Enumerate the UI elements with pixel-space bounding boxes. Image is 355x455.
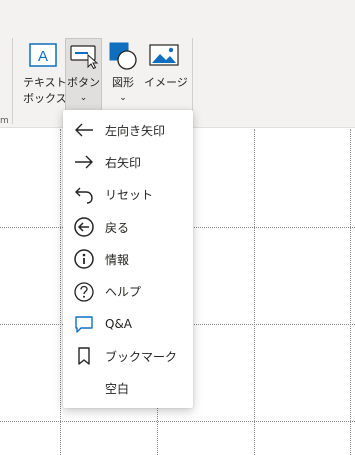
grid-line (0, 421, 355, 422)
bookmark-icon (72, 344, 96, 368)
menu-item-label: 空白 (105, 382, 130, 397)
textbox-label-line2: ボックス (23, 92, 67, 105)
grid-line (254, 129, 255, 455)
menu-item-label: ヘルプ (105, 285, 142, 300)
menu-item-label: リセット (105, 188, 154, 203)
menu-item-right-arrow[interactable]: 右矢印 (63, 146, 193, 178)
menu-item-label: 戻る (105, 220, 130, 235)
menu-item-label: Q&A (105, 316, 133, 331)
info-icon (72, 247, 96, 271)
svg-text:A: A (38, 48, 48, 65)
reset-icon (72, 183, 96, 207)
button-label: ボタン (67, 76, 100, 89)
menu-item-back[interactable]: 戻る (63, 211, 193, 243)
chevron-down-icon: ⌄ (119, 93, 127, 103)
back-circle-icon (72, 215, 96, 239)
help-icon (72, 280, 96, 304)
shape-label: 図形 (112, 76, 134, 89)
textbox-button[interactable]: A テキスト ボックス (22, 38, 67, 112)
shapes-icon (107, 41, 139, 75)
menu-item-qna[interactable]: Q&A (63, 308, 193, 340)
ribbon-separator (12, 38, 13, 124)
textbox-icon: A (27, 41, 59, 73)
image-button[interactable]: イメージ (143, 38, 188, 112)
arrow-right-icon (72, 150, 96, 174)
shapes-dropdown-button[interactable]: 図形 ⌄ (104, 38, 142, 112)
ribbon: m A テキスト ボックス ボタン ⌄ 図形 ⌄ イメージ (0, 0, 355, 128)
menu-item-label: 情報 (105, 252, 130, 267)
qna-icon (72, 312, 96, 336)
grid-line (350, 129, 351, 455)
menu-item-reset[interactable]: リセット (63, 179, 193, 211)
buttons-dropdown-menu: 左向き矢印 右矢印 リセット 戻る 情報 ヘルプ Q&A ブックマーク 空白 (63, 110, 193, 408)
grid-line (60, 129, 61, 455)
menu-item-help[interactable]: ヘルプ (63, 275, 193, 307)
image-label: イメージ (144, 76, 188, 89)
textbox-label-line1: テキスト (23, 76, 67, 89)
blank-icon (72, 377, 96, 401)
menu-item-info[interactable]: 情報 (63, 243, 193, 275)
menu-item-bookmark[interactable]: ブックマーク (63, 340, 193, 372)
menu-item-blank[interactable]: 空白 (63, 372, 193, 404)
menu-item-label: 左向き矢印 (105, 123, 166, 138)
menu-item-label: ブックマーク (105, 349, 178, 364)
ribbon-group-label: m (0, 116, 9, 126)
menu-item-left-arrow[interactable]: 左向き矢印 (63, 114, 193, 146)
chevron-down-icon: ⌄ (79, 93, 88, 103)
arrow-left-icon (72, 118, 96, 142)
button-icon (68, 41, 100, 73)
buttons-dropdown-button[interactable]: ボタン ⌄ (65, 38, 102, 112)
menu-item-label: 右矢印 (105, 155, 142, 170)
image-icon (147, 41, 181, 73)
